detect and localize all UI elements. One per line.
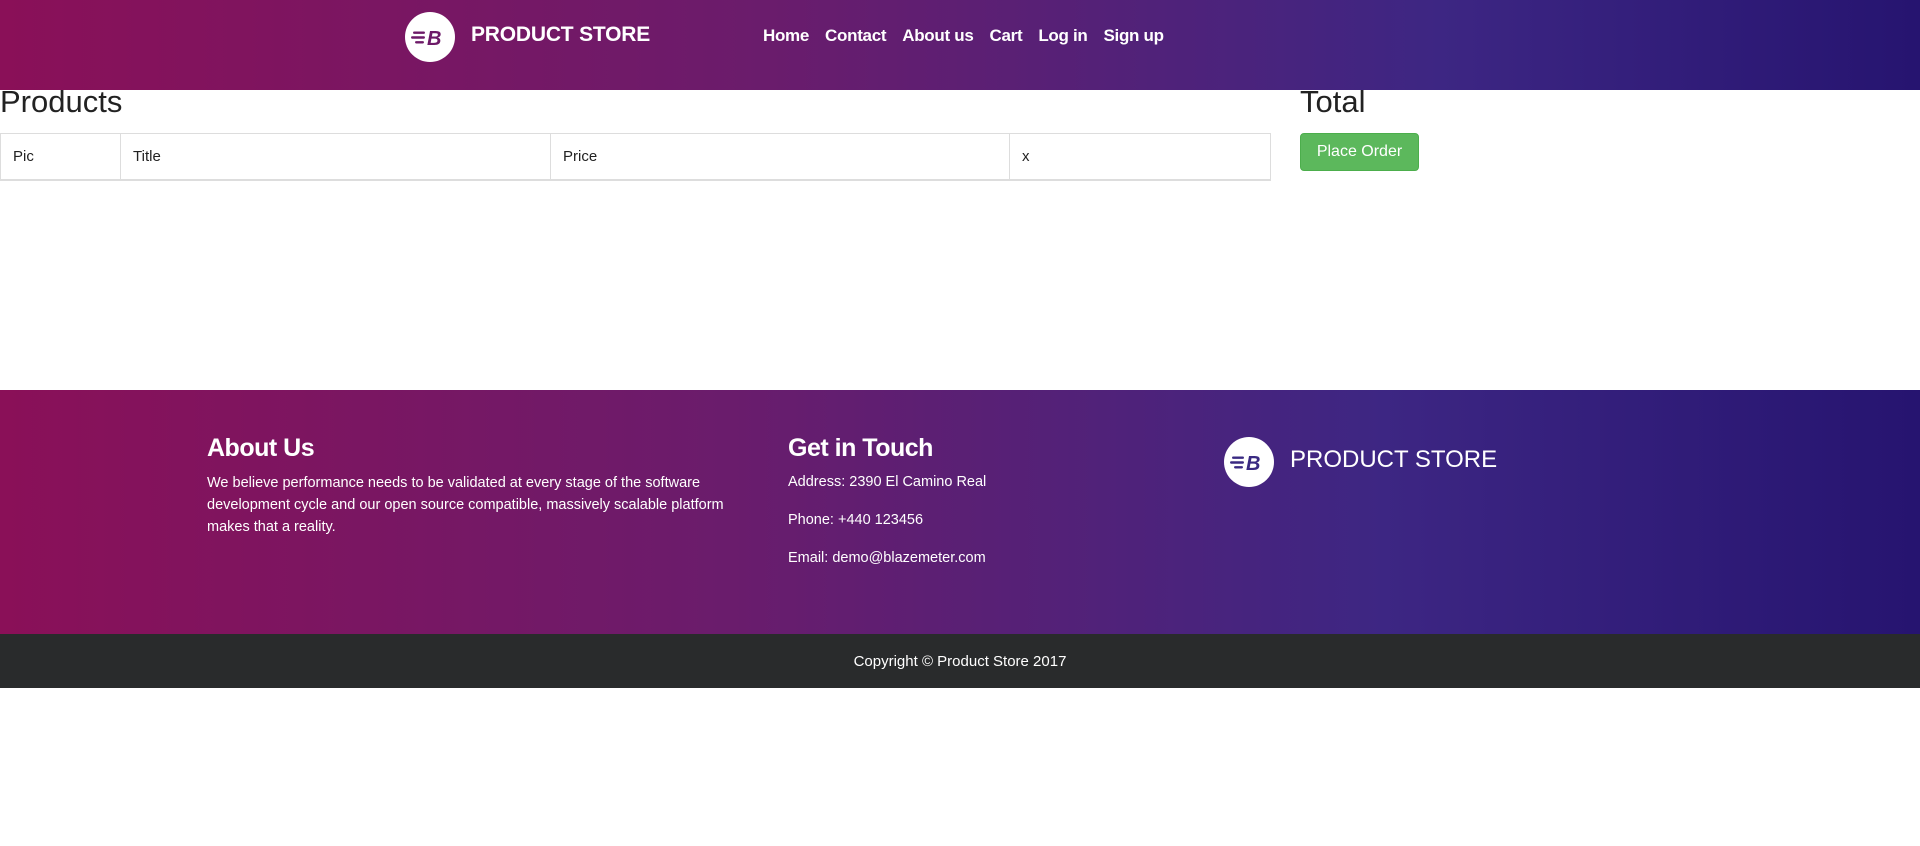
nav-login-link[interactable]: Log in — [1038, 26, 1087, 46]
nav-signup-link[interactable]: Sign up — [1104, 26, 1165, 46]
column-header-price: Price — [550, 133, 1010, 181]
contact-phone: Phone: +440 123456 — [788, 512, 924, 528]
nav-contact-link[interactable]: Contact — [825, 26, 886, 46]
logo-icon: B — [405, 12, 455, 62]
nav-home-link[interactable]: Home — [763, 26, 809, 46]
table-header-row: Pic Title Price x — [0, 133, 1271, 181]
svg-text:B: B — [1246, 453, 1260, 475]
footer: About Us We believe performance needs to… — [0, 390, 1920, 634]
copyright-bar: Copyright © Product Store 2017 — [0, 634, 1920, 688]
footer-brand: B PRODUCT STORE — [1224, 437, 1497, 487]
contact-address: Address: 2390 El Camino Real — [788, 474, 987, 490]
cart-table: Pic Title Price x — [0, 133, 1271, 181]
footer-brand-name: PRODUCT STORE — [1290, 446, 1498, 473]
contact-email: Email: demo@blazemeter.com — [788, 550, 986, 566]
total-heading: Total — [1300, 84, 1366, 119]
nav-about-link[interactable]: About us — [902, 26, 974, 46]
nav-links: Home Contact About us Cart Log in Sign u… — [763, 24, 1180, 48]
column-header-pic: Pic — [0, 133, 121, 181]
navbar: B PRODUCT STORE Home Contact About us Ca… — [0, 0, 1920, 90]
about-us-text: We believe performance needs to be valid… — [207, 475, 724, 535]
brand-link[interactable]: B PRODUCT STORE — [405, 12, 650, 62]
nav-cart-link[interactable]: Cart — [990, 26, 1023, 46]
footer-logo-icon: B — [1224, 437, 1274, 487]
get-in-touch-heading: Get in Touch — [788, 434, 933, 462]
place-order-button[interactable]: Place Order — [1300, 133, 1419, 171]
column-header-title: Title — [120, 133, 551, 181]
svg-text:B: B — [427, 28, 441, 50]
cart-table-container: Pic Title Price x — [0, 133, 1271, 181]
copyright-text: Copyright © Product Store 2017 — [853, 652, 1067, 670]
about-us-heading: About Us — [207, 434, 315, 462]
products-heading: Products — [0, 84, 123, 119]
brand-name: PRODUCT STORE — [471, 23, 651, 46]
column-header-delete: x — [1009, 133, 1271, 181]
